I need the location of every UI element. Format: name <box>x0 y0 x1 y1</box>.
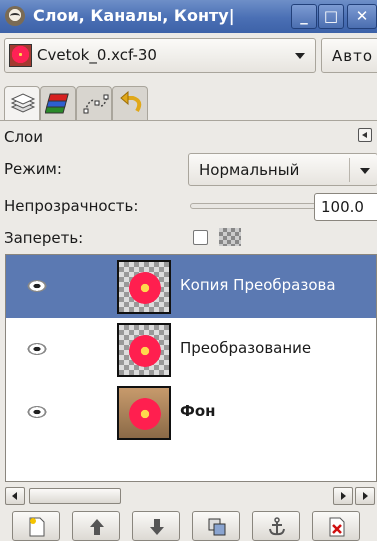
layer-name: Преобразование <box>180 339 312 357</box>
mode-label: Режим: <box>4 160 62 178</box>
lock-alpha-icon <box>219 228 241 246</box>
tab-undo-history[interactable] <box>112 86 148 120</box>
tab-paths[interactable] <box>76 86 112 120</box>
delete-layer-button[interactable] <box>312 511 360 541</box>
layer-thumbnail <box>117 260 171 314</box>
layer-name: Копия Преобразова <box>180 276 336 294</box>
window-titlebar[interactable]: Слои, Каналы, Конту| _ □ ✕ <box>0 0 377 33</box>
anchor-layer-icon <box>269 517 285 536</box>
gimp-app-icon[interactable] <box>5 6 25 26</box>
visibility-eye-icon[interactable] <box>26 342 48 356</box>
maximize-button[interactable]: □ <box>318 4 344 29</box>
channels-icon <box>45 93 69 114</box>
scroll-left-button-2[interactable] <box>333 487 353 505</box>
anchor-layer-button[interactable] <box>252 511 300 541</box>
chevron-down-icon <box>360 168 370 174</box>
duplicate-layer-button[interactable] <box>192 511 240 541</box>
close-button[interactable]: ✕ <box>347 4 377 29</box>
scrollbar-thumb[interactable] <box>29 488 121 504</box>
panel-title: Слои <box>4 128 43 146</box>
opacity-slider[interactable] <box>190 203 320 209</box>
image-selector[interactable]: Cvetok_0.xcf-30 <box>4 38 316 73</box>
opacity-label: Непрозрачность: <box>4 197 139 215</box>
minimize-button[interactable]: _ <box>291 4 317 29</box>
delete-layer-icon <box>329 517 345 537</box>
paths-icon <box>83 94 109 114</box>
opacity-spinbox[interactable]: 100.0 <box>314 193 377 221</box>
image-thumbnail <box>9 44 32 67</box>
visibility-eye-icon[interactable] <box>26 279 48 293</box>
layer-row[interactable]: Фон <box>6 381 376 444</box>
duplicate-layer-icon <box>208 518 226 536</box>
lower-layer-button[interactable] <box>132 511 180 541</box>
layer-thumbnail <box>117 323 171 377</box>
panel-menu-button[interactable] <box>358 128 372 142</box>
lock-label: Запереть: <box>4 229 84 247</box>
window-title: Слои, Каналы, Конту| <box>33 6 235 25</box>
lock-alpha-checkbox[interactable] <box>193 230 208 245</box>
layers-list[interactable]: Копия Преобразова Преобразование Фон <box>5 254 377 482</box>
new-layer-icon <box>29 517 45 537</box>
lower-layer-icon <box>150 519 164 535</box>
layer-name: Фон <box>180 402 216 420</box>
layers-icon <box>10 93 36 113</box>
visibility-eye-icon[interactable] <box>26 405 48 419</box>
tab-channels[interactable] <box>40 86 76 120</box>
horizontal-scrollbar[interactable] <box>5 487 377 505</box>
raise-layer-icon <box>90 519 104 535</box>
undo-history-icon <box>120 91 142 113</box>
layer-thumbnail <box>117 386 171 440</box>
new-layer-button[interactable] <box>12 511 60 541</box>
scroll-left-button[interactable] <box>5 487 25 505</box>
mode-dropdown[interactable]: Нормальный <box>188 153 377 186</box>
divider <box>349 158 350 182</box>
tab-layers[interactable] <box>4 86 40 122</box>
chevron-down-icon <box>295 53 305 59</box>
auto-button[interactable]: Авто <box>321 38 377 73</box>
raise-layer-button[interactable] <box>72 511 120 541</box>
scroll-right-button[interactable] <box>355 487 375 505</box>
mode-value: Нормальный <box>199 161 300 179</box>
layer-row[interactable]: Копия Преобразова <box>6 255 376 318</box>
layer-row[interactable]: Преобразование <box>6 318 376 381</box>
image-name: Cvetok_0.xcf-30 <box>37 46 157 64</box>
